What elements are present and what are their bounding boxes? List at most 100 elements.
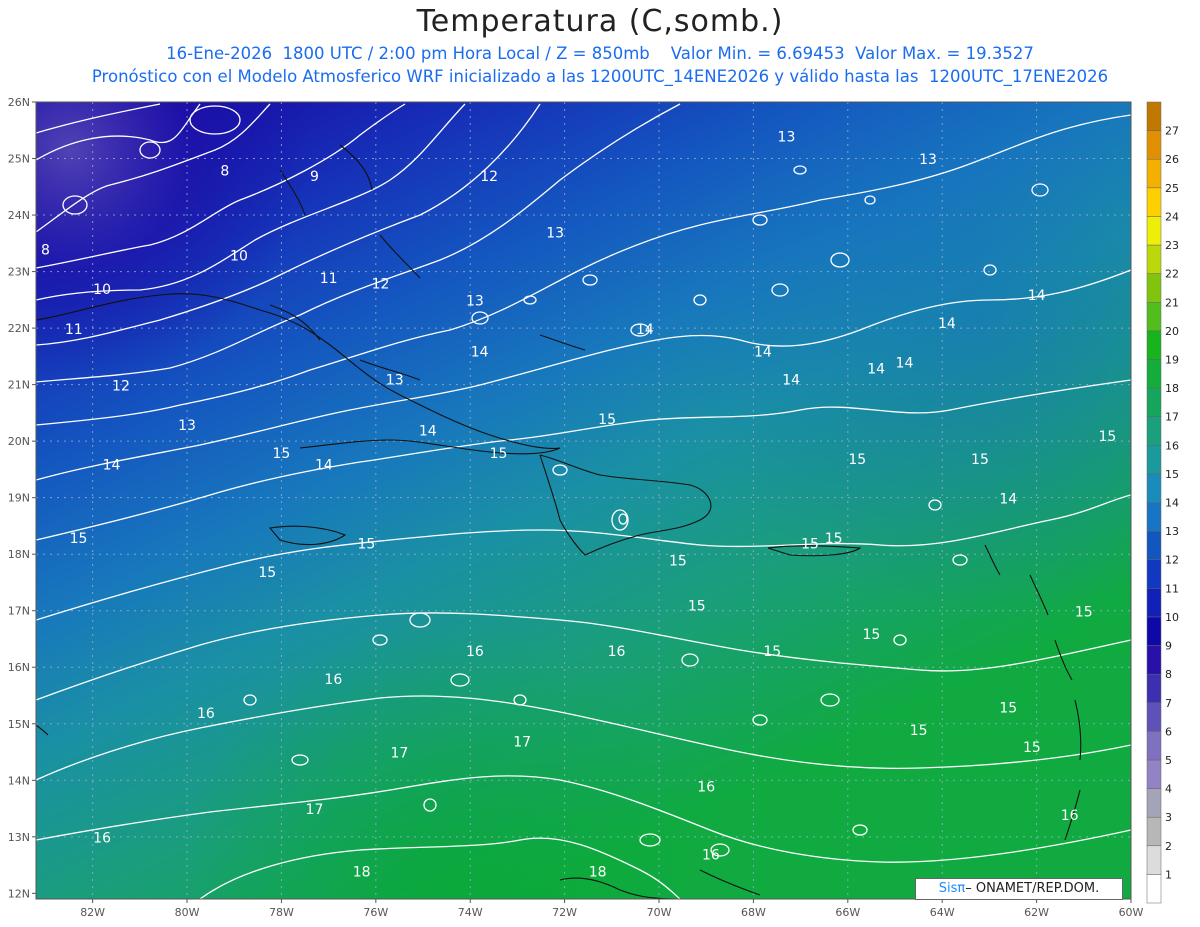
lat-label: 25N (8, 153, 30, 166)
contour-label: 16 (324, 672, 342, 688)
colorbar-label: 13 (1165, 525, 1179, 538)
colorbar: 1234567891011121314151617181920212223242… (1146, 101, 1179, 904)
contour-label: 11 (320, 271, 338, 287)
contour-label: 13 (919, 152, 937, 168)
contour-label: 14 (754, 344, 772, 360)
colorbar-swatch (1146, 874, 1162, 904)
contour-label: 14 (315, 457, 333, 473)
colorbar-label: 14 (1165, 497, 1179, 510)
contour-label: 14 (896, 356, 914, 372)
contour-label: 15 (999, 700, 1017, 716)
contour-label: 15 (801, 537, 819, 553)
contour-label: 13 (178, 418, 196, 434)
lat-label: 12N (8, 887, 30, 900)
lat-label: 16N (8, 661, 30, 674)
contour-label: 15 (669, 554, 687, 570)
lat-label: 18N (8, 548, 30, 561)
lat-label: 21N (8, 379, 30, 392)
contour-label: 14 (471, 344, 489, 360)
contour-label: 13 (386, 373, 404, 389)
colorbar-swatch (1146, 302, 1162, 332)
contour-label: 16 (1061, 808, 1079, 824)
colorbar-swatch (1146, 416, 1162, 446)
colorbar-label: 4 (1165, 783, 1172, 796)
contour-label: 16 (197, 706, 215, 722)
contour-label: 14 (103, 457, 121, 473)
contour-label: 15 (1023, 740, 1041, 756)
contour-label: 12 (480, 169, 498, 185)
colorbar-swatch (1146, 788, 1162, 818)
colorbar-label: 9 (1165, 640, 1172, 653)
colorbar-swatch (1146, 387, 1162, 417)
lat-label: 20N (8, 435, 30, 448)
contour-label: 14 (782, 373, 800, 389)
lon-label: 66W (835, 906, 860, 919)
colorbar-label: 20 (1165, 325, 1179, 338)
lon-label: 72W (552, 906, 577, 919)
colorbar-label: 11 (1165, 582, 1179, 595)
contour-label: 15 (910, 723, 928, 739)
colorbar-swatch (1146, 187, 1162, 217)
lat-label: 23N (8, 266, 30, 279)
contour-label: 15 (971, 452, 989, 468)
contour-label: 14 (867, 361, 885, 377)
contour-label: 15 (825, 531, 843, 547)
contour-label: 17 (513, 734, 531, 750)
lon-label: 64W (930, 906, 955, 919)
lat-label: 13N (8, 831, 30, 844)
colorbar-swatch (1146, 101, 1162, 131)
contour-label: 15 (848, 452, 866, 468)
lat-label: 19N (8, 492, 30, 505)
contour-label: 10 (230, 248, 248, 264)
colorbar-label: 16 (1165, 439, 1179, 452)
contour-label: 16 (697, 780, 715, 796)
colorbar-label: 3 (1165, 811, 1172, 824)
contour-label: 15 (688, 599, 706, 615)
colorbar-swatch (1146, 616, 1162, 646)
lat-label: 26N (8, 96, 30, 109)
contour-label: 10 (93, 282, 111, 298)
colorbar-label: 21 (1165, 296, 1179, 309)
lat-label: 17N (8, 605, 30, 618)
lat-label: 14N (8, 774, 30, 787)
contour-label: 15 (273, 446, 291, 462)
contour-label: 13 (466, 293, 484, 309)
colorbar-swatch (1146, 845, 1162, 875)
contour-label: 15 (763, 644, 781, 660)
lon-label: 80W (175, 906, 200, 919)
lon-label: 60W (1119, 906, 1144, 919)
contour-label: 12 (372, 277, 390, 293)
lon-label: 70W (647, 906, 672, 919)
contour-label: 15 (598, 412, 616, 428)
colorbar-label: 6 (1165, 725, 1172, 738)
lon-label: 82W (80, 906, 105, 919)
contour-label: 8 (220, 163, 229, 179)
colorbar-label: 27 (1165, 125, 1179, 138)
contour-label: 14 (419, 423, 437, 439)
contour-label: 15 (1098, 429, 1116, 445)
longitude-labels: 82W 80W 78W 76W 74W 72W 70W 68W 66W 64W 62W 60W (80, 899, 1144, 919)
contour-label: 13 (778, 130, 796, 146)
colorbar-swatch (1146, 244, 1162, 274)
contour-label: 9 (310, 169, 319, 185)
colorbar-swatch (1146, 273, 1162, 303)
lon-label: 68W (741, 906, 766, 919)
colorbar-label: 18 (1165, 382, 1179, 395)
contour-label: 16 (466, 644, 484, 660)
colorbar-label: 15 (1165, 468, 1179, 481)
contour-label: 8 (41, 243, 50, 259)
contour-label: 17 (306, 802, 324, 818)
lat-label: 22N (8, 322, 30, 335)
contour-label: 18 (589, 864, 607, 880)
contour-label: 16 (702, 847, 720, 863)
lon-label: 62W (1024, 906, 1049, 919)
colorbar-label: 19 (1165, 353, 1179, 366)
contour-label: 14 (999, 491, 1017, 507)
colorbar-swatch (1146, 445, 1162, 475)
lon-label: 76W (363, 906, 388, 919)
colorbar-swatch (1146, 130, 1162, 160)
colorbar-swatch (1146, 702, 1162, 732)
colorbar-swatch (1146, 330, 1162, 360)
credit-text: – ONAMET/REP.DOM. (965, 881, 1100, 896)
colorbar-swatch (1146, 731, 1162, 761)
